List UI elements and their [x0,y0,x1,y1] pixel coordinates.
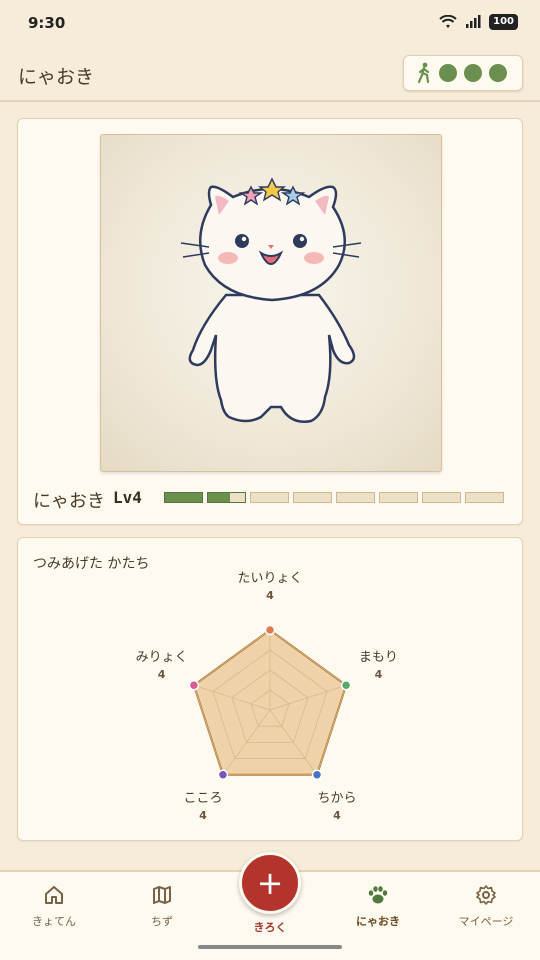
xp-segment [250,492,289,503]
radar-point [311,769,323,780]
stat-label: ちから [317,791,356,806]
cat-illustration [180,177,362,423]
status-bar: 9:30 100 [0,0,540,48]
nav-label: マイページ [458,915,514,928]
gear-icon [476,885,496,905]
xp-bar [164,492,504,503]
wifi-icon [439,15,457,28]
record-button[interactable]: + [239,852,301,914]
status-time: 9:30 [28,14,66,32]
stat-value: 4 [199,809,207,822]
stats-card: つみあげた かたち たいりょく 4 まもり 4 ちから 4 こころ 4 みりょく 4 [17,537,523,841]
xp-segment [207,492,246,503]
nav-label: ちず [151,915,173,928]
app-header: にゃおき [0,48,540,102]
xp-segment [336,492,375,503]
pet-name: にゃおき [33,491,105,512]
xp-segment [164,492,203,503]
signal-icon [466,15,481,28]
step-dot [464,64,482,82]
step-dot [439,64,457,82]
stat-label: まもり [359,650,398,665]
radar-point [264,624,276,636]
stat-value: 4 [158,668,166,681]
stat-value: 4 [375,668,383,681]
radar-point [188,680,200,691]
nav-item-nyaoki[interactable]: にゃおき [333,884,423,929]
xp-segment [379,492,418,503]
stat-label: みりょく [136,650,188,665]
status-icons: 100 [439,14,518,30]
record-label: きろく [253,921,287,934]
paw-icon [368,886,388,904]
nav-label: きょてん [32,915,76,928]
walking-person-icon [417,62,430,84]
plus-icon: + [256,864,284,902]
home-indicator [198,945,342,949]
nav-item-home[interactable]: きょてん [9,884,99,929]
page-title: にゃおき [18,66,95,88]
steps-indicator[interactable] [403,55,523,91]
map-icon [153,886,171,904]
radar-point [340,680,352,691]
xp-segment [465,492,504,503]
stat-value: 4 [333,809,341,822]
pet-level: Lv4 [113,488,142,507]
radar-chart: たいりょく 4 まもり 4 ちから 4 こころ 4 みりょく 4 [136,571,398,822]
nav-item-mypage[interactable]: マイページ [441,884,531,929]
stat-label: たいりょく [237,571,302,586]
pet-portrait[interactable] [100,134,442,472]
nav-label: にゃおき [356,915,400,928]
battery-indicator: 100 [489,14,518,30]
nav-item-map[interactable]: ちず [117,884,207,929]
stat-label: こころ [183,791,222,806]
home-icon [45,886,63,904]
pet-card: にゃおき Lv4 [17,118,523,525]
radar-point [217,769,229,780]
xp-segment [293,492,332,503]
step-dot [489,64,507,82]
stat-value: 4 [266,589,274,602]
xp-segment [422,492,461,503]
